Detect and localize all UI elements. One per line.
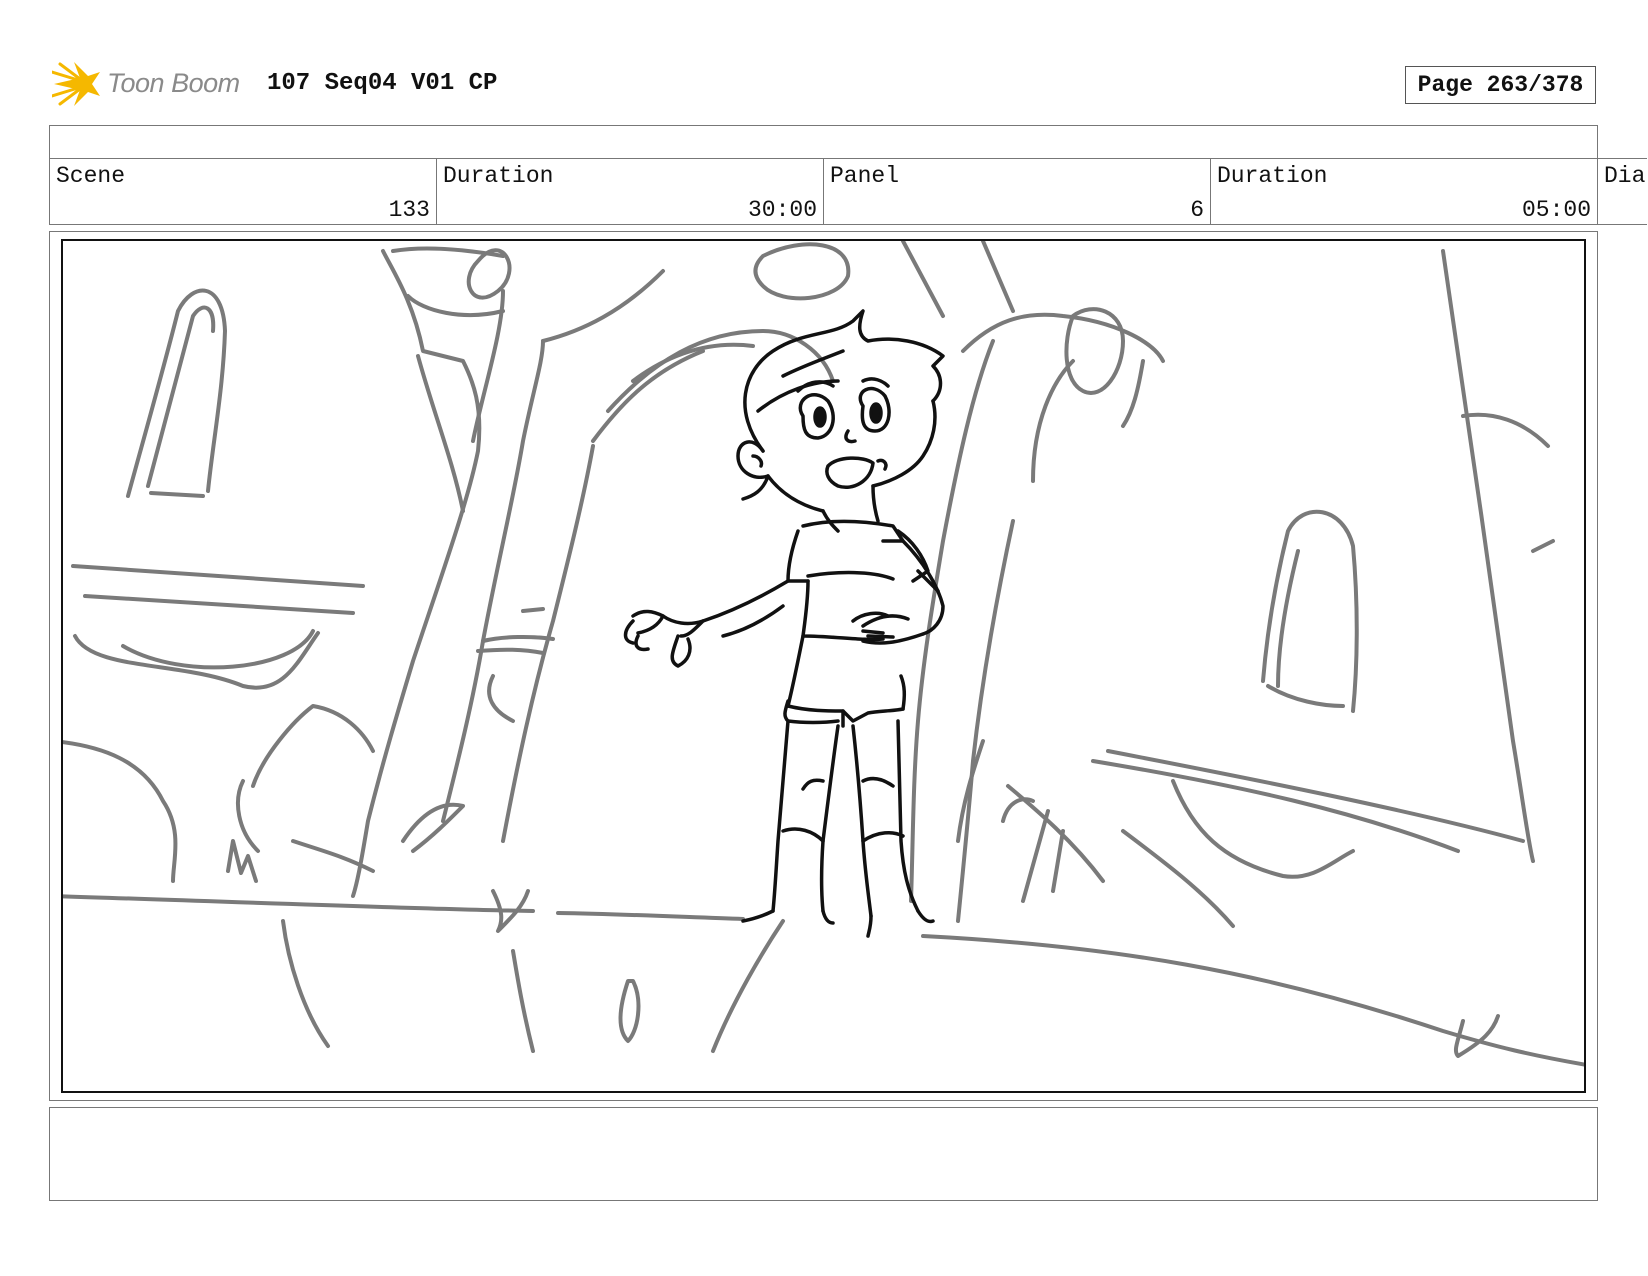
scene-duration-label: Duration xyxy=(443,163,554,189)
page-counter: Page 263/378 xyxy=(1405,66,1596,104)
scene-value: 133 xyxy=(388,197,430,223)
dialog-box xyxy=(49,1107,1598,1201)
storyboard-sketch-icon xyxy=(63,241,1584,1067)
dialog-label: Dia xyxy=(1604,163,1646,189)
logo-wordmark: Toon Boom xyxy=(107,68,240,98)
panel-cell: Panel 6 xyxy=(823,158,1211,225)
panel-duration-label: Duration xyxy=(1217,163,1328,189)
header-strip xyxy=(49,125,1598,159)
toon-boom-logo: Toon Boom xyxy=(52,58,252,110)
scene-duration-cell: Duration 30:00 xyxy=(436,158,824,225)
storyboard-panel xyxy=(61,239,1586,1093)
panel-duration-value: 05:00 xyxy=(1521,197,1591,223)
dialog-cell: Dia xyxy=(1597,158,1647,225)
document-title: 107 Seq04 V01 CP xyxy=(267,70,498,97)
scene-duration-value: 30:00 xyxy=(747,197,817,223)
panel-label: Panel xyxy=(830,163,900,189)
panel-value: 6 xyxy=(1190,197,1204,223)
scene-label: Scene xyxy=(56,163,126,189)
star-burst-icon xyxy=(52,62,100,106)
panel-duration-cell: Duration 05:00 xyxy=(1210,158,1598,225)
scene-cell: Scene 133 xyxy=(49,158,437,225)
